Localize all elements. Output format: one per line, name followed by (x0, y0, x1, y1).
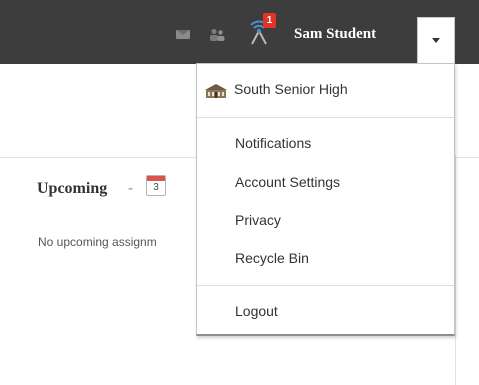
top-navigation-bar: 1 Sam Student (0, 0, 479, 64)
panel-border (455, 155, 456, 385)
user-name[interactable]: Sam Student (294, 26, 376, 43)
menu-item-logout[interactable]: Logout (235, 303, 278, 319)
mail-icon[interactable] (176, 30, 190, 39)
menu-item-privacy[interactable]: Privacy (235, 212, 281, 228)
people-icon[interactable] (209, 28, 225, 41)
calendar-icon[interactable]: 3 (146, 175, 166, 196)
menu-item-recycle-bin[interactable]: Recycle Bin (235, 250, 309, 266)
upcoming-separator: - (128, 180, 133, 197)
menu-divider (197, 285, 454, 286)
notification-count-badge[interactable]: 1 (263, 13, 276, 28)
menu-divider (197, 117, 454, 118)
account-dropdown-menu: South Senior High Notifications Account … (196, 63, 455, 336)
account-menu-toggle[interactable] (417, 17, 455, 64)
calendar-header (147, 176, 165, 181)
calendar-day: 3 (153, 182, 159, 193)
school-name: South Senior High (234, 81, 348, 97)
menu-item-notifications[interactable]: Notifications (235, 135, 311, 151)
no-upcoming-text: No upcoming assignm (38, 235, 157, 249)
menu-item-account-settings[interactable]: Account Settings (235, 174, 340, 190)
school-building-icon (204, 83, 228, 99)
chevron-down-icon (432, 38, 440, 43)
upcoming-heading: Upcoming (37, 180, 108, 197)
